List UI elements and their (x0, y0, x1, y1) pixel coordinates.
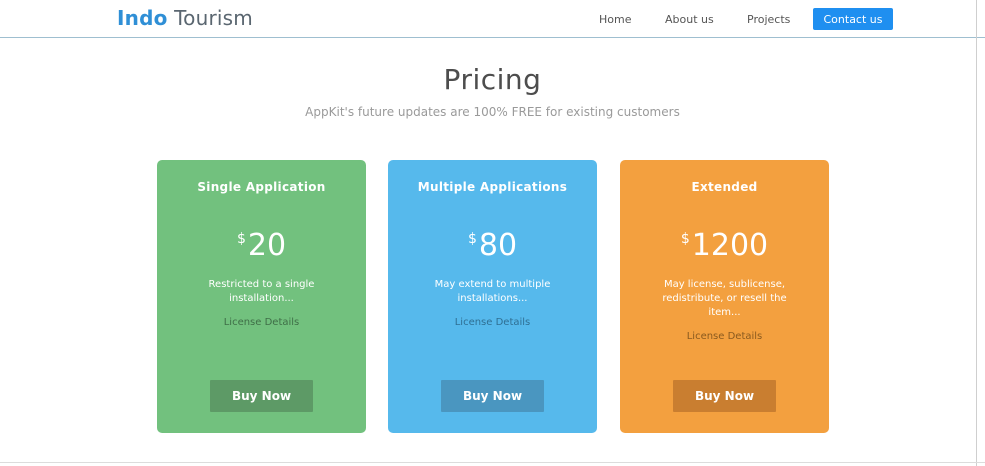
nav-about-link[interactable]: About us (665, 13, 714, 26)
plan-price: $80 (388, 228, 597, 263)
plan-description: May extend to multiple installations... (434, 279, 551, 304)
license-details-link[interactable]: License Details (620, 331, 829, 342)
price-amount: 1200 (691, 228, 769, 263)
bottom-divider (0, 462, 985, 463)
plan-price: $1200 (620, 228, 829, 263)
plan-description: May license, sublicense, redistribute, o… (662, 279, 787, 318)
plan-name: Single Application (197, 180, 326, 194)
currency-symbol: $ (236, 231, 246, 247)
plan-name: Multiple Applications (417, 180, 568, 194)
pricing-card-single: Single Application $20 Restricted to a s… (157, 160, 366, 433)
plan-price: $20 (157, 228, 366, 263)
buy-now-button[interactable]: Buy Now (441, 380, 544, 412)
window-edge-divider (976, 0, 977, 466)
page-subtitle: AppKit's future updates are 100% FREE fo… (305, 105, 680, 119)
pricing-card-extended: Extended $1200 May license, sublicense, … (620, 160, 829, 433)
price-amount: 20 (247, 228, 287, 263)
plan-description: Restricted to a single installation... (208, 279, 315, 304)
currency-symbol: $ (467, 231, 477, 247)
nav-home-link[interactable]: Home (599, 13, 631, 26)
plan-name: Extended (691, 180, 758, 194)
buy-now-button[interactable]: Buy Now (673, 380, 776, 412)
nav-projects-link[interactable]: Projects (747, 13, 790, 26)
price-amount: 80 (478, 228, 518, 263)
contact-us-button[interactable]: Contact us (813, 8, 893, 30)
buy-now-button[interactable]: Buy Now (210, 380, 313, 412)
navbar: Indo Tourism Home About us Projects Cont… (0, 0, 985, 38)
license-details-link[interactable]: License Details (388, 317, 597, 328)
currency-symbol: $ (680, 231, 690, 247)
license-details-link[interactable]: License Details (157, 317, 366, 328)
page-title: Pricing (443, 63, 542, 96)
pricing-card-multiple: Multiple Applications $80 May extend to … (388, 160, 597, 433)
